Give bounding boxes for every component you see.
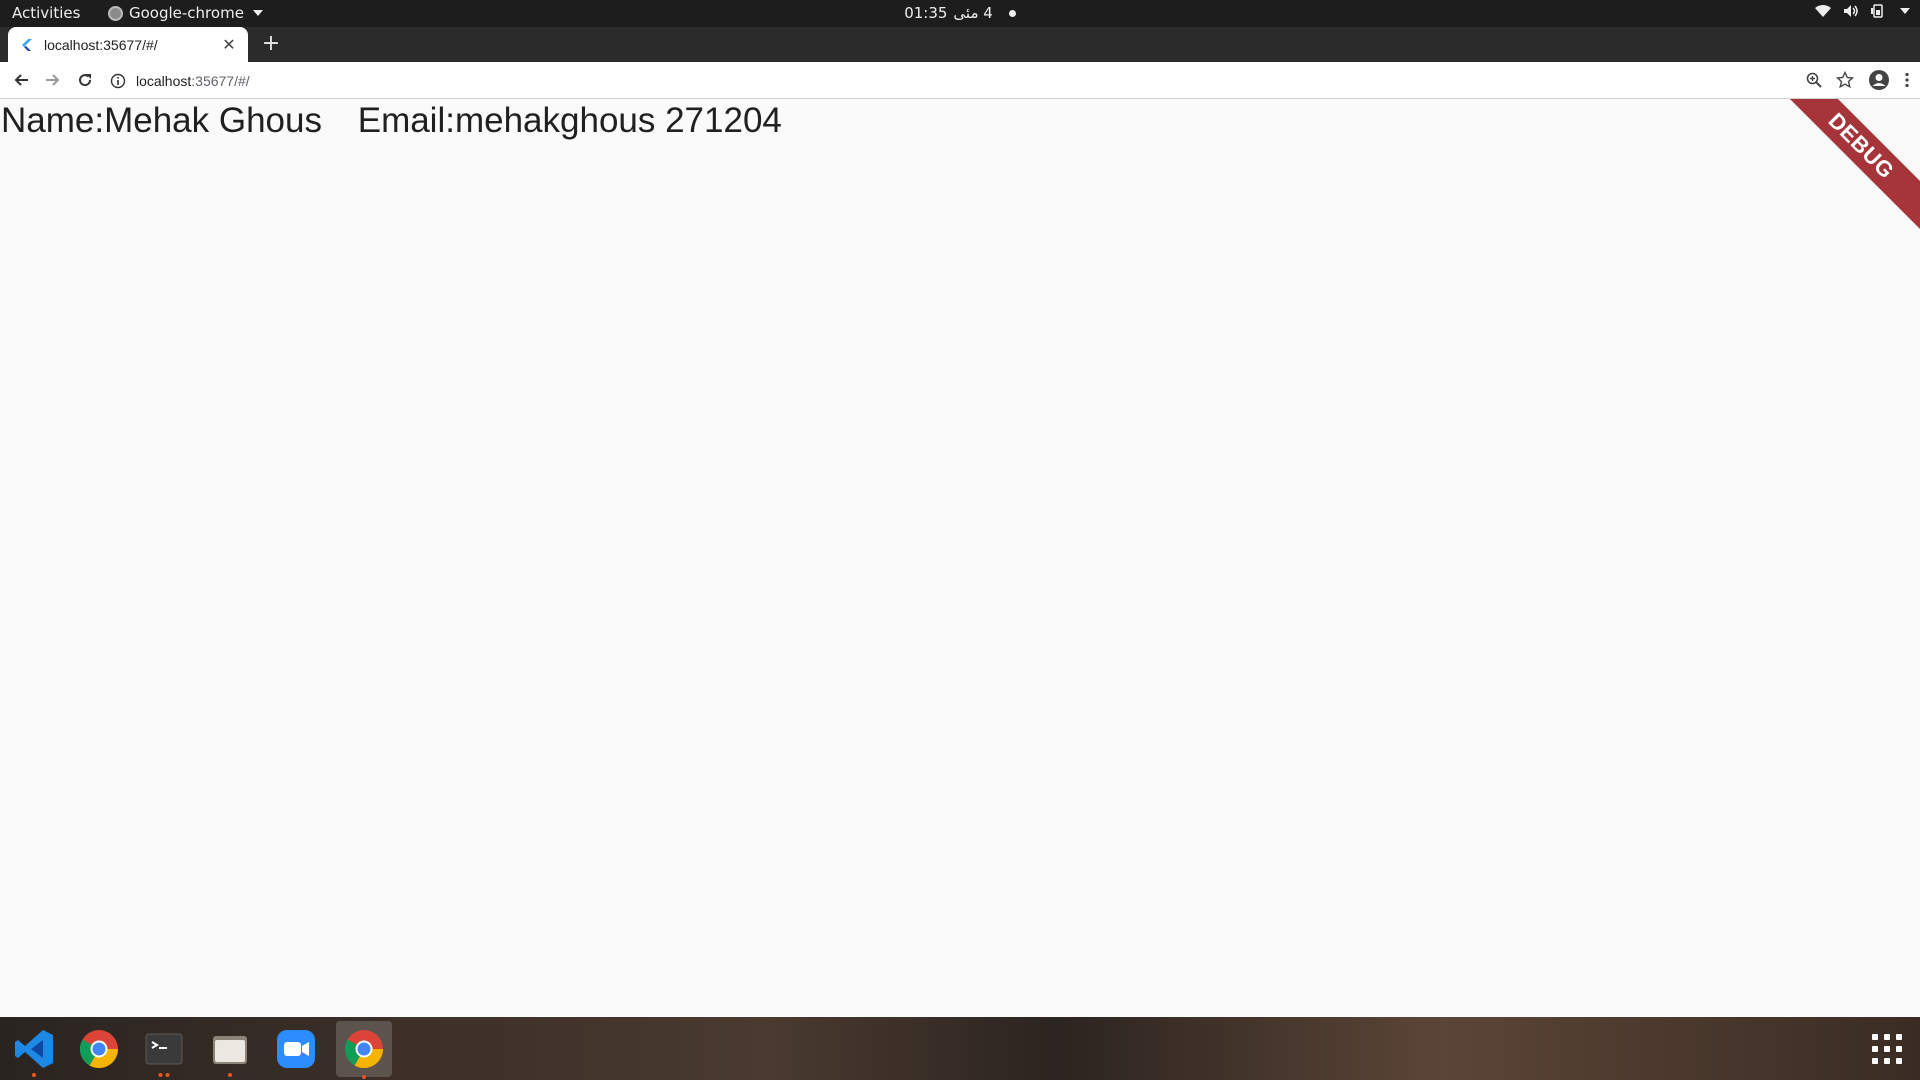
volume-icon (1844, 5, 1858, 17)
url-host: localhost (136, 72, 192, 89)
app-menu-label: Google-chrome (129, 4, 244, 22)
dropdown-caret-icon (252, 10, 263, 16)
chrome-icon (344, 1030, 384, 1069)
dock-item-chrome-active[interactable] (336, 1021, 392, 1079)
url-path: :35677/#/ (191, 72, 250, 89)
tab-strip: localhost:35677/#/ ✕ + (0, 27, 1920, 62)
bookmark-star-icon[interactable] (1836, 71, 1854, 89)
user-info-row: Name:Mehak Ghous Email:mehakghous 271204 (1, 101, 782, 141)
terminal-icon (145, 1033, 183, 1065)
running-indicator (158, 1073, 170, 1077)
reload-icon (79, 74, 92, 87)
notification-dot-icon (1008, 9, 1016, 17)
running-indicator (362, 1075, 366, 1079)
dock-item-terminal[interactable] (138, 1023, 190, 1077)
back-button[interactable] (10, 69, 32, 91)
show-applications-icon[interactable] (1872, 1034, 1902, 1064)
url-text[interactable]: localhost:35677/#/ (136, 73, 250, 89)
dock-item-files[interactable] (204, 1023, 256, 1077)
toolbar-actions (1806, 69, 1910, 91)
running-indicator (228, 1073, 232, 1077)
clock-date: 4 مئی (953, 4, 993, 22)
user-name-text: Name:Mehak Ghous (1, 101, 322, 140)
vscode-icon (15, 1030, 53, 1068)
system-top-bar: Activities Google-chrome 01:35 4 مئی (0, 0, 1920, 27)
dock-item-vscode[interactable] (8, 1023, 60, 1077)
system-tray[interactable] (1815, 4, 1910, 18)
system-menu-caret-icon (1900, 8, 1910, 14)
back-arrow-icon (14, 74, 28, 86)
activities-button[interactable]: Activities (12, 4, 80, 22)
forward-button[interactable] (42, 69, 64, 91)
wifi-icon (1815, 4, 1831, 18)
site-info-icon[interactable] (110, 73, 126, 89)
tab-title: localhost:35677/#/ (44, 36, 158, 53)
forward-arrow-icon (46, 74, 60, 86)
running-indicator (32, 1073, 36, 1077)
dock-item-zoom[interactable] (270, 1023, 322, 1075)
profile-avatar-icon[interactable] (1868, 69, 1890, 91)
debug-banner: DEBUG (1767, 99, 1920, 240)
zoom-magnifier-icon[interactable] (1806, 72, 1822, 88)
user-email-text: Email:mehakghous 271204 (357, 101, 782, 140)
address-bar[interactable]: localhost:35677/#/ (110, 67, 1810, 94)
battery-icon (1871, 4, 1883, 18)
dock-item-chrome[interactable] (73, 1023, 125, 1075)
reload-button[interactable] (74, 69, 96, 91)
app-menu[interactable]: Google-chrome (108, 4, 263, 22)
browser-tab[interactable]: localhost:35677/#/ ✕ (8, 27, 248, 62)
clock[interactable]: 01:35 4 مئی (900, 4, 1020, 22)
clock-time: 01:35 (904, 4, 948, 22)
flutter-favicon-icon (22, 38, 32, 51)
new-tab-button[interactable]: + (258, 32, 284, 58)
chrome-app-icon (108, 5, 123, 21)
zoom-icon (277, 1030, 315, 1068)
page-viewport: Name:Mehak Ghous Email:mehakghous 271204… (0, 99, 1920, 1017)
chrome-icon (79, 1030, 119, 1069)
files-icon (213, 1036, 247, 1064)
ubuntu-dock (0, 1017, 1920, 1080)
browser-toolbar: localhost:35677/#/ (0, 62, 1920, 99)
chrome-menu-icon[interactable] (1904, 72, 1910, 88)
tab-close-icon[interactable]: ✕ (220, 35, 238, 54)
